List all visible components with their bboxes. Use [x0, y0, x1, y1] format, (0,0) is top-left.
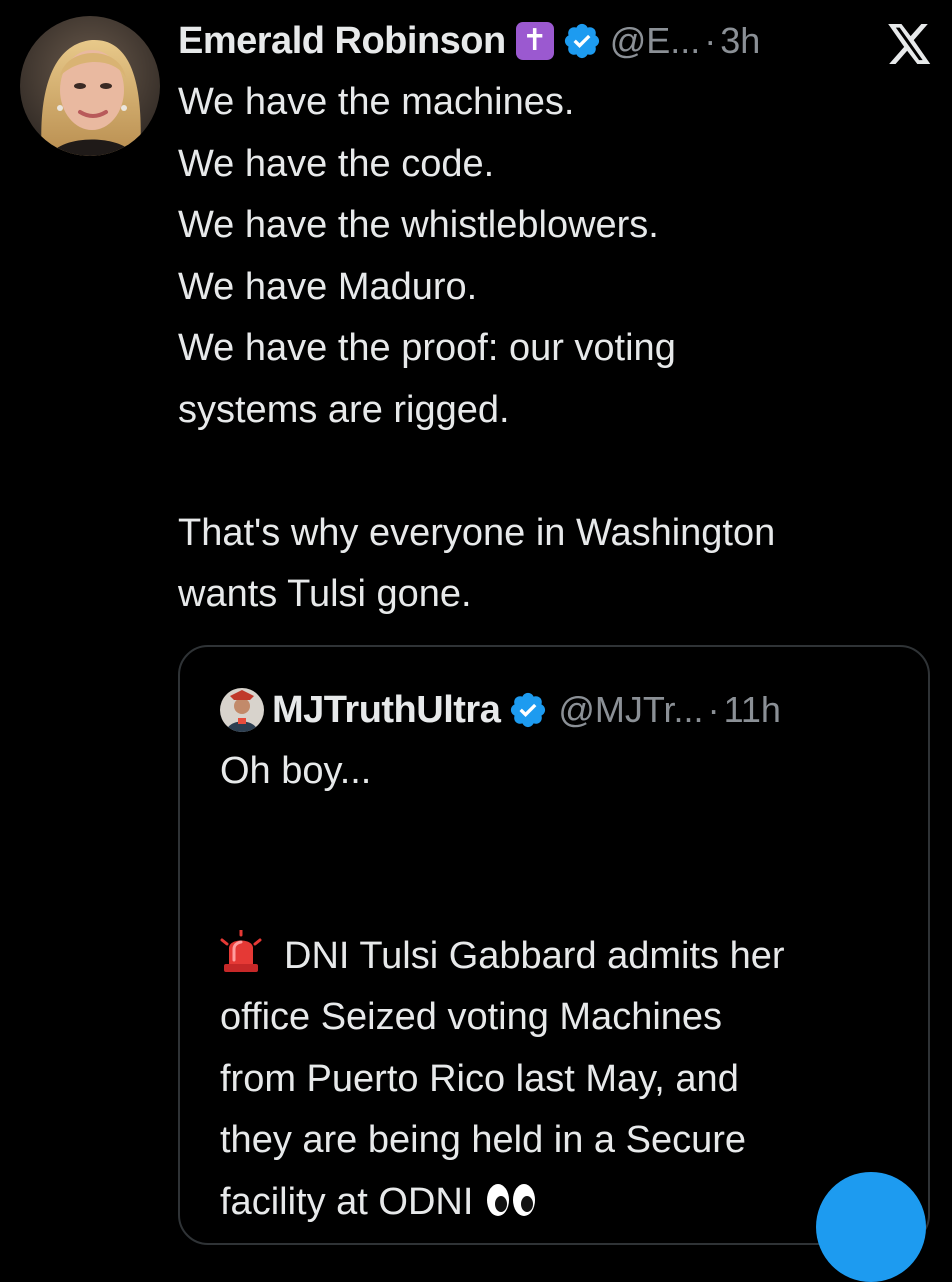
tweet-text-line: wants Tulsi gone. — [178, 573, 472, 615]
tweet-text-line: We have the machines. — [178, 81, 575, 123]
quoted-timestamp[interactable]: 11h — [724, 689, 781, 731]
tweet-text-line: We have the proof: our voting — [178, 327, 676, 369]
tweet-text-line: We have Maduro. — [178, 265, 478, 308]
quoted-author-avatar[interactable] — [220, 688, 264, 732]
separator-dot: · — [707, 689, 720, 730]
quoted-author-handle[interactable]: @MJTr... — [558, 689, 703, 731]
quoted-tweet[interactable]: MJTruthUltra @MJTr... · 11h Oh boy... DN… — [178, 645, 930, 1245]
tweet-header: Emerald Robinson ✝ @E... · 3h — [178, 14, 938, 68]
author-avatar[interactable] — [20, 16, 160, 156]
quoted-text-line: DNI Tulsi Gabbard admits her — [220, 926, 920, 988]
paragraph-break — [178, 441, 938, 503]
quoted-tweet-header: MJTruthUltra @MJTr... · 11h — [220, 685, 781, 735]
quoted-text-segment: DNI Tulsi Gabbard admits her — [284, 934, 785, 977]
x-logo-icon — [888, 24, 932, 64]
eyes-icon — [485, 1176, 537, 1216]
verified-badge-icon[interactable] — [508, 690, 548, 730]
compose-button[interactable] — [816, 1172, 926, 1282]
paragraph-break — [220, 803, 920, 926]
tweet[interactable]: Emerald Robinson ✝ @E... · 3h We have th… — [0, 0, 952, 1282]
quoted-tweet-text: Oh boy... DNI Tulsi Gabbard admits her o… — [220, 741, 920, 1233]
quoted-text-line: Oh boy... — [220, 750, 372, 792]
tweet-text-line: That's why everyone in Washington — [178, 511, 776, 554]
author-handle[interactable]: @E... — [610, 20, 701, 62]
quoted-text-line: office Seized voting Machines — [220, 996, 723, 1038]
timestamp[interactable]: 3h — [720, 20, 760, 62]
quoted-text-line: from Puerto Rico last May, and — [220, 1057, 739, 1100]
latin-cross-icon: ✝ — [515, 22, 554, 60]
separator-dot: · — [704, 20, 717, 61]
tweet-text: We have the machines. We have the code. … — [178, 72, 938, 626]
verified-badge-icon[interactable] — [562, 21, 602, 61]
tweet-text-line: systems are rigged. — [178, 388, 510, 431]
police-light-icon — [220, 928, 262, 974]
tweet-text-line: We have the whistleblowers. — [178, 204, 659, 246]
quoted-text-line: they are being held in a Secure — [220, 1119, 747, 1161]
tweet-text-line: We have the code. — [178, 142, 495, 185]
author-name[interactable]: Emerald Robinson — [178, 20, 506, 63]
quoted-text-segment: facility at ODNI — [220, 1180, 474, 1223]
quoted-text-line: facility at ODNI — [220, 1172, 920, 1234]
quoted-author-name[interactable]: MJTruthUltra — [272, 689, 501, 732]
